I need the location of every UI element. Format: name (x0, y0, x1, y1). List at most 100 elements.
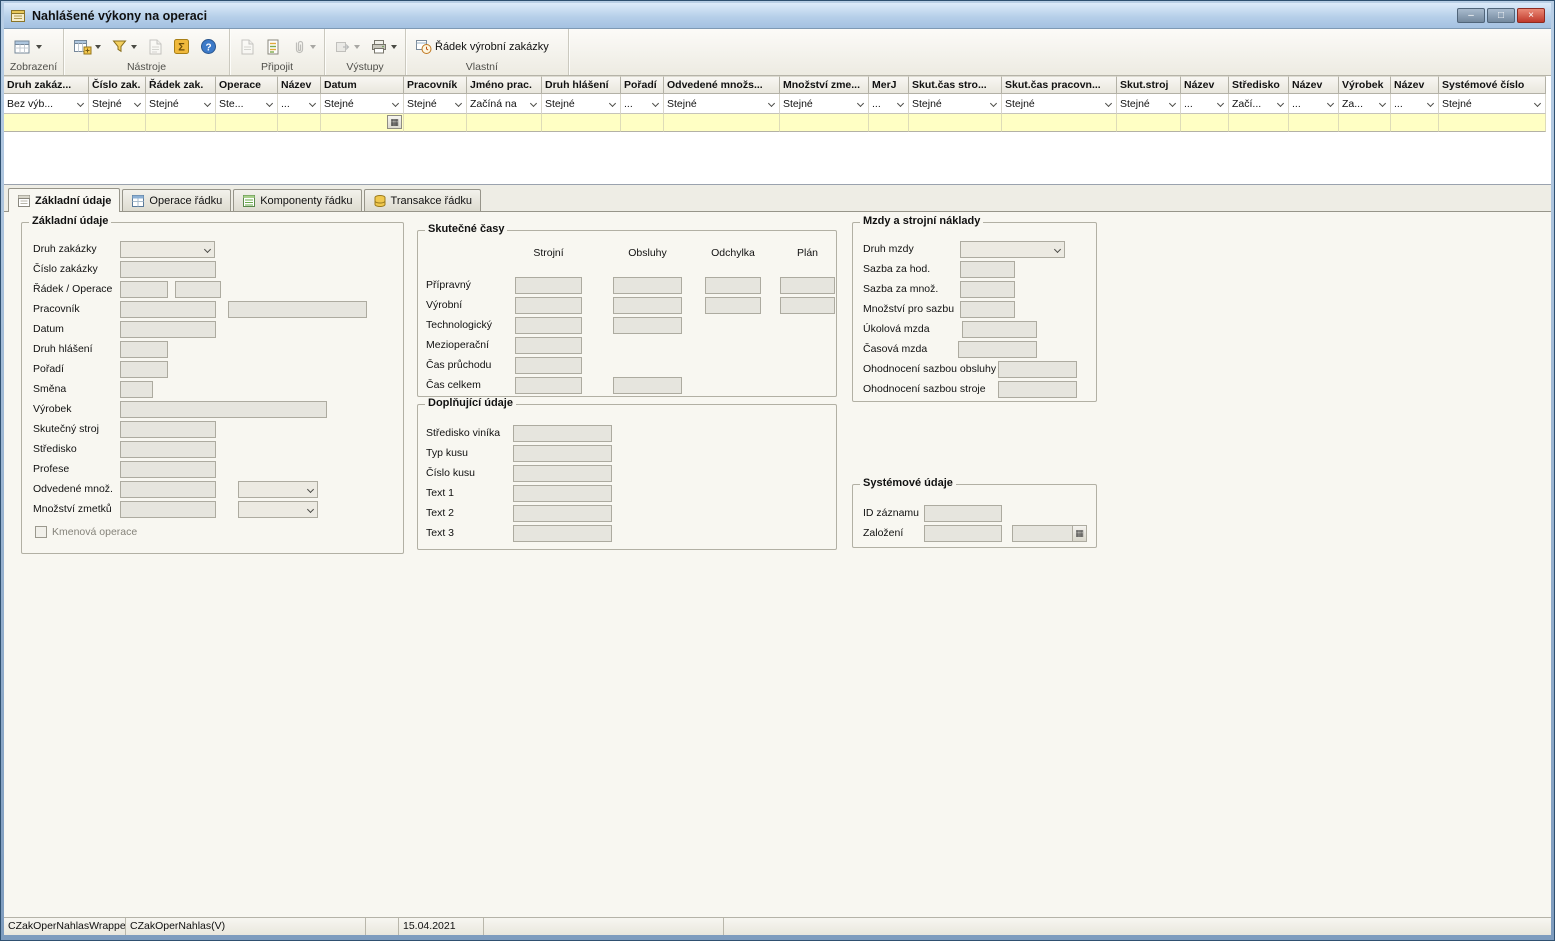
column-header[interactable]: Datum (321, 76, 404, 94)
print-preview-button[interactable] (145, 37, 165, 57)
column-header[interactable]: Odvedené množs... (664, 76, 780, 94)
tab-transakce-radku[interactable]: Transakce řádku (364, 189, 482, 211)
druh-mzdy-select[interactable] (960, 241, 1065, 258)
filter-value-cell[interactable] (664, 114, 780, 132)
cas-pruchodu-field[interactable] (515, 357, 582, 374)
filter-value-cell[interactable] (1229, 114, 1289, 132)
mnozstvi-pro-sazbu-field[interactable] (960, 301, 1015, 318)
text1-field[interactable] (513, 485, 612, 502)
close-button[interactable]: × (1517, 8, 1545, 23)
filter-value-cell[interactable] (467, 114, 542, 132)
column-header[interactable]: Řádek zak. (146, 76, 216, 94)
kmenova-operace-checkbox[interactable] (35, 526, 47, 538)
filter-operator-dropdown[interactable]: ... (1181, 94, 1229, 114)
vyrobni-obsluhy-field[interactable] (613, 297, 682, 314)
filter-operator-dropdown[interactable]: Stejné (1002, 94, 1117, 114)
filter-value-cell[interactable] (1391, 114, 1439, 132)
export-button[interactable] (332, 37, 362, 56)
filter-value-cell[interactable] (1339, 114, 1391, 132)
summary-button[interactable]: Σ (171, 37, 192, 56)
filter-value-cell[interactable] (278, 114, 321, 132)
production-order-row-button[interactable]: Řádek výrobní zakázky (413, 37, 551, 56)
column-header[interactable]: Druh hlášení (542, 76, 621, 94)
filter-operator-dropdown[interactable]: Začí... (1229, 94, 1289, 114)
filter-value-cell[interactable] (1439, 114, 1546, 132)
filter-value-cell[interactable] (1181, 114, 1229, 132)
column-header[interactable]: Pořadí (621, 76, 664, 94)
filter-value-cell[interactable] (404, 114, 467, 132)
odvedene-mnozstvi-field[interactable] (120, 481, 216, 498)
column-header[interactable]: Výrobek (1339, 76, 1391, 94)
filter-value-cell[interactable]: ▦ (321, 114, 404, 132)
tab-operace-radku[interactable]: Operace řádku (122, 189, 231, 211)
pripravny-obsluhy-field[interactable] (613, 277, 682, 294)
profese-field[interactable] (120, 461, 216, 478)
column-header[interactable]: Jméno prac. (467, 76, 542, 94)
vyrobni-plan-field[interactable] (780, 297, 835, 314)
column-header[interactable]: Středisko (1229, 76, 1289, 94)
column-header[interactable]: Skut.stroj (1117, 76, 1181, 94)
filter-operator-dropdown[interactable]: Začíná na (467, 94, 542, 114)
pripravny-plan-field[interactable] (780, 277, 835, 294)
column-header[interactable]: Číslo zak. (89, 76, 146, 94)
column-header[interactable]: Operace (216, 76, 278, 94)
ohodnoceni-obsluhy-field[interactable] (998, 361, 1077, 378)
column-header[interactable]: Název (278, 76, 321, 94)
vyrobni-strojni-field[interactable] (515, 297, 582, 314)
filter-value-cell[interactable] (146, 114, 216, 132)
smena-field[interactable] (120, 381, 153, 398)
filter-operator-dropdown[interactable]: Stejné (89, 94, 146, 114)
odvedene-mnozstvi-merj-select[interactable] (238, 481, 318, 498)
filter-button[interactable] (109, 37, 139, 56)
filter-operator-dropdown[interactable]: ... (621, 94, 664, 114)
typ-kusu-field[interactable] (513, 445, 612, 462)
tab-komponenty-radku[interactable]: Komponenty řádku (233, 189, 361, 211)
filter-operator-dropdown[interactable]: ... (278, 94, 321, 114)
column-header[interactable]: Skut.čas pracovn... (1002, 76, 1117, 94)
radek-field[interactable] (120, 281, 168, 298)
poradi-field[interactable] (120, 361, 168, 378)
sazba-za-hod-field[interactable] (960, 261, 1015, 278)
druh-hlaseni-field[interactable] (120, 341, 168, 358)
filter-operator-dropdown[interactable]: Stejné (1439, 94, 1546, 114)
column-header[interactable]: MerJ (869, 76, 909, 94)
id-zaznamu-field[interactable] (924, 505, 1002, 522)
datum-field[interactable] (120, 321, 216, 338)
zalozeni-time-field[interactable]: ▦ (1012, 525, 1087, 542)
filter-operator-dropdown[interactable]: Stejné (321, 94, 404, 114)
stredisko-field[interactable] (120, 441, 216, 458)
mnozstvi-zmetku-merj-select[interactable] (238, 501, 318, 518)
filter-value-cell[interactable] (909, 114, 1002, 132)
minimize-button[interactable]: – (1457, 8, 1485, 23)
cislo-kusu-field[interactable] (513, 465, 612, 482)
print-button[interactable] (368, 37, 399, 56)
column-header[interactable]: Skut.čas stro... (909, 76, 1002, 94)
vyrobek-field[interactable] (120, 401, 327, 418)
column-header[interactable]: Název (1181, 76, 1229, 94)
filter-value-cell[interactable] (4, 114, 89, 132)
technologicky-strojni-field[interactable] (515, 317, 582, 334)
filter-operator-dropdown[interactable]: Stejné (146, 94, 216, 114)
attachments-list-button[interactable] (263, 37, 283, 57)
pripravny-odchylka-field[interactable] (705, 277, 761, 294)
mnozstvi-zmetku-field[interactable] (120, 501, 216, 518)
filter-value-cell[interactable] (621, 114, 664, 132)
attach-menu-button[interactable] (289, 37, 318, 57)
mezioperacni-strojni-field[interactable] (515, 337, 582, 354)
column-settings-button[interactable] (71, 37, 103, 57)
filter-operator-dropdown[interactable]: Bez výb... (4, 94, 89, 114)
view-settings-button[interactable] (11, 37, 44, 57)
filter-value-cell[interactable] (542, 114, 621, 132)
filter-operator-dropdown[interactable]: Stejné (909, 94, 1002, 114)
skutecny-stroj-field[interactable] (120, 421, 216, 438)
operace-field[interactable] (175, 281, 221, 298)
column-header[interactable]: Množství zme... (780, 76, 869, 94)
maximize-button[interactable]: □ (1487, 8, 1515, 23)
filter-value-cell[interactable] (869, 114, 909, 132)
help-button[interactable]: ? (198, 37, 219, 56)
cas-celkem-strojni-field[interactable] (515, 377, 582, 394)
ukolova-mzda-field[interactable] (962, 321, 1037, 338)
stredisko-vinika-field[interactable] (513, 425, 612, 442)
cas-celkem-obsluhy-field[interactable] (613, 377, 682, 394)
druh-zakazky-select[interactable] (120, 241, 215, 258)
